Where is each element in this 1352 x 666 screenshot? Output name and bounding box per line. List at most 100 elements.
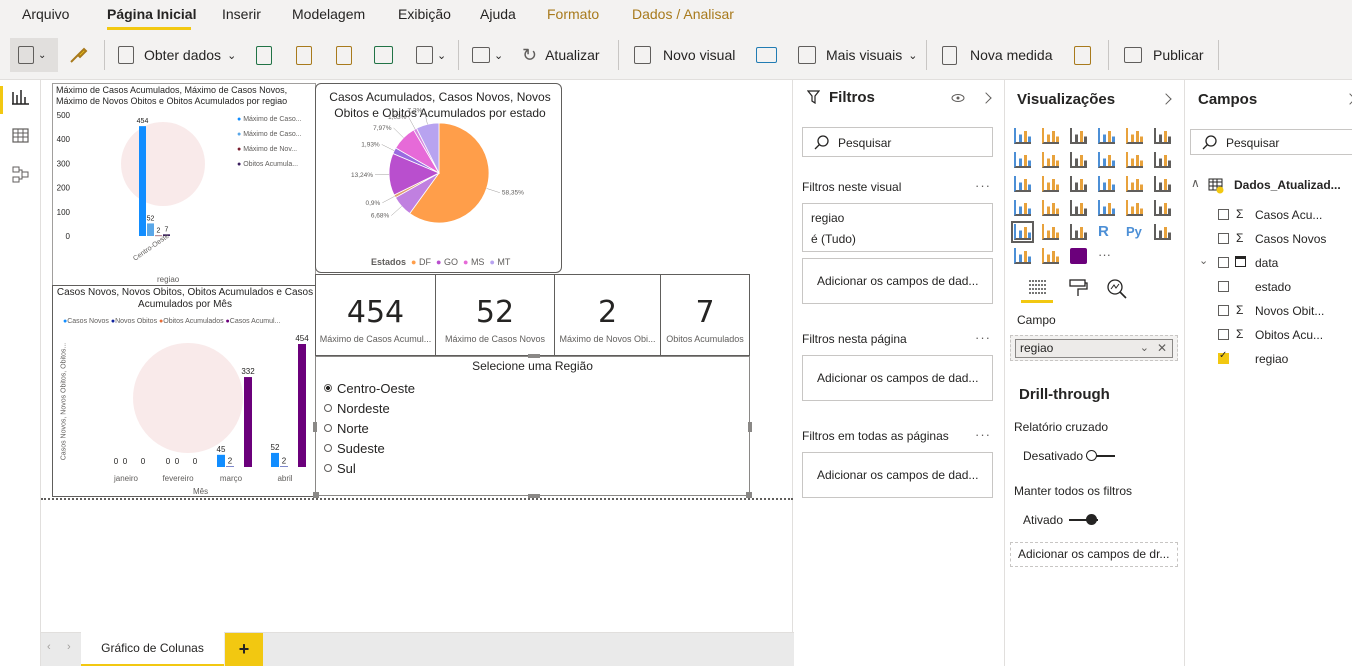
slicer-visual-icon[interactable]: [1011, 221, 1034, 243]
field-item[interactable]: Σ Casos Acu...: [1186, 204, 1351, 228]
donut-visual-icon[interactable]: [1126, 176, 1143, 192]
field-item[interactable]: Σ Casos Novos: [1186, 228, 1351, 252]
quick-measure-button[interactable]: [1074, 30, 1091, 80]
analytics-icon[interactable]: [1106, 278, 1128, 300]
tab-ajuda[interactable]: Ajuda: [480, 6, 516, 22]
filled-map-visual-icon[interactable]: [1042, 200, 1059, 216]
line-column-visual-icon[interactable]: [1098, 152, 1115, 168]
field-item[interactable]: ✓ regiao: [1186, 348, 1351, 372]
more-options-icon[interactable]: ···: [975, 330, 991, 345]
slicer-regiao[interactable]: Selecione uma Região Centro-Oeste Nordest…: [313, 354, 752, 498]
resize-handle[interactable]: [313, 422, 317, 432]
slicer-option[interactable]: Nordeste: [324, 399, 415, 419]
card-max-casos-novos[interactable]: 52 Máximo de Casos Novos: [435, 274, 555, 356]
report-view-icon[interactable]: [11, 88, 30, 105]
resize-handle[interactable]: [748, 422, 752, 432]
more-options-icon[interactable]: ···: [975, 178, 991, 193]
collapse-filters-icon[interactable]: [980, 92, 992, 104]
tab-pagina-inicial[interactable]: Página Inicial: [107, 6, 196, 22]
fields-tab-icon[interactable]: [1027, 278, 1049, 298]
model-view-icon[interactable]: [11, 166, 30, 183]
chevron-up-icon[interactable]: ∧: [1191, 176, 1200, 190]
waterfall-visual-icon[interactable]: [1014, 176, 1031, 192]
more-visual-icon[interactable]: ···: [1098, 248, 1115, 264]
card-max-casos-acumulados[interactable]: 454 Máximo de Casos Acumul...: [315, 274, 436, 356]
table-node[interactable]: ∧ Dados_Atualizad...: [1186, 174, 1351, 198]
new-visual-button[interactable]: Novo visual: [634, 30, 735, 80]
tab-formato[interactable]: Formato: [547, 6, 599, 22]
line-visual-icon[interactable]: [1014, 152, 1031, 168]
stacked-area-visual-icon[interactable]: [1070, 152, 1087, 168]
excel-button[interactable]: [256, 30, 272, 80]
stacked-bar-visual-icon[interactable]: [1014, 128, 1031, 144]
tab-exibicao[interactable]: Exibição: [398, 6, 451, 22]
add-fields-all-pages-well[interactable]: Adicionar os campos de dad...: [802, 452, 993, 498]
close-icon[interactable]: ✕: [1157, 340, 1167, 357]
qa-visual-icon[interactable]: [1042, 248, 1059, 264]
resize-handle[interactable]: [528, 354, 540, 358]
checkbox[interactable]: [1218, 257, 1229, 268]
field-item[interactable]: Σ Novos Obit...: [1186, 300, 1351, 324]
pie-visual-icon[interactable]: [1098, 176, 1115, 192]
get-data-button[interactable]: Obter dados ⌄: [118, 30, 236, 80]
checkbox[interactable]: [1218, 281, 1229, 292]
checkbox[interactable]: [1218, 305, 1229, 316]
slicer-option[interactable]: Centro-Oeste: [324, 379, 415, 399]
slicer-option[interactable]: Sudeste: [324, 439, 415, 459]
stacked-column-visual-icon[interactable]: [1042, 128, 1059, 144]
clustered-bar-visual-icon[interactable]: [1070, 128, 1087, 144]
paste-button[interactable]: ⌄: [10, 38, 58, 72]
add-page-button[interactable]: +: [225, 633, 263, 666]
cross-report-toggle[interactable]: [1086, 449, 1115, 463]
publish-button[interactable]: Publicar: [1124, 30, 1204, 80]
treemap-visual-icon[interactable]: [1154, 176, 1171, 192]
data-view-icon[interactable]: [11, 127, 30, 144]
area-visual-icon[interactable]: [1042, 152, 1059, 168]
page-tab-grafico-colunas[interactable]: Gráfico de Colunas: [81, 632, 224, 666]
more-visuals-button[interactable]: Mais visuais ⌄: [798, 30, 917, 80]
filters-search-input[interactable]: Pesquisar: [802, 127, 993, 157]
clustered-column-visual-icon[interactable]: [1098, 128, 1115, 144]
scatter-visual-icon[interactable]: [1070, 176, 1087, 192]
key-influencers-visual-icon[interactable]: [1014, 248, 1031, 264]
add-fields-visual-well[interactable]: Adicionar os campos de dad...: [802, 258, 993, 304]
format-painter-button[interactable]: [68, 30, 88, 80]
kpi-visual-icon[interactable]: [1154, 200, 1171, 216]
fields-search-input[interactable]: Pesquisar: [1190, 129, 1352, 155]
campo-well[interactable]: regiao ⌄ ✕: [1010, 335, 1178, 361]
slicer-option[interactable]: Sul: [324, 459, 415, 479]
add-drillthrough-fields-well[interactable]: Adicionar os campos de dr...: [1010, 542, 1178, 567]
chart-casos-por-regiao[interactable]: Máximo de Casos Acumulados, Máximo de Ca…: [52, 83, 316, 286]
multi-row-card-visual-icon[interactable]: [1126, 200, 1143, 216]
collapse-fields-icon[interactable]: [1344, 93, 1352, 105]
campo-field-pill[interactable]: regiao ⌄ ✕: [1015, 339, 1173, 358]
tab-modelagem[interactable]: Modelagem: [292, 6, 365, 22]
map-visual-icon[interactable]: [1014, 200, 1031, 216]
dataset-button[interactable]: [296, 30, 312, 80]
checkbox[interactable]: [1218, 329, 1229, 340]
chart-casos-por-mes[interactable]: Casos Novos, Novos Obitos, Obitos Acumul…: [52, 285, 316, 497]
custom-visual-visual-icon[interactable]: [1070, 248, 1087, 264]
gauge-visual-icon[interactable]: [1070, 200, 1087, 216]
tab-inserir[interactable]: Inserir: [222, 6, 261, 22]
checkbox[interactable]: [1218, 209, 1229, 220]
100-column-visual-icon[interactable]: [1154, 128, 1171, 144]
keep-filters-toggle[interactable]: [1069, 513, 1098, 527]
enter-data-button[interactable]: [374, 30, 393, 80]
ribbon-visual-icon[interactable]: [1154, 152, 1171, 168]
sql-button[interactable]: [336, 30, 352, 80]
card-visual-icon[interactable]: [1098, 200, 1115, 216]
chevron-down-icon[interactable]: ⌄: [1140, 340, 1149, 357]
table-visual-icon[interactable]: [1042, 224, 1059, 240]
100-bar-visual-icon[interactable]: [1126, 128, 1143, 144]
matrix-visual-icon[interactable]: [1070, 224, 1087, 240]
chevron-right-icon[interactable]: ›: [67, 641, 71, 653]
decomposition-visual-icon[interactable]: [1154, 224, 1171, 240]
card-obitos-acumulados[interactable]: 7 Obitos Acumulados: [660, 274, 750, 356]
funnel-visual-icon[interactable]: [1042, 176, 1059, 192]
card-max-novos-obitos[interactable]: 2 Máximo de Novos Obi...: [554, 274, 661, 356]
more-options-icon[interactable]: ···: [975, 427, 991, 442]
transform-data-button[interactable]: ⌄: [472, 30, 503, 80]
chevron-left-icon[interactable]: ‹: [47, 641, 51, 653]
collapse-viz-icon[interactable]: [1160, 93, 1172, 105]
